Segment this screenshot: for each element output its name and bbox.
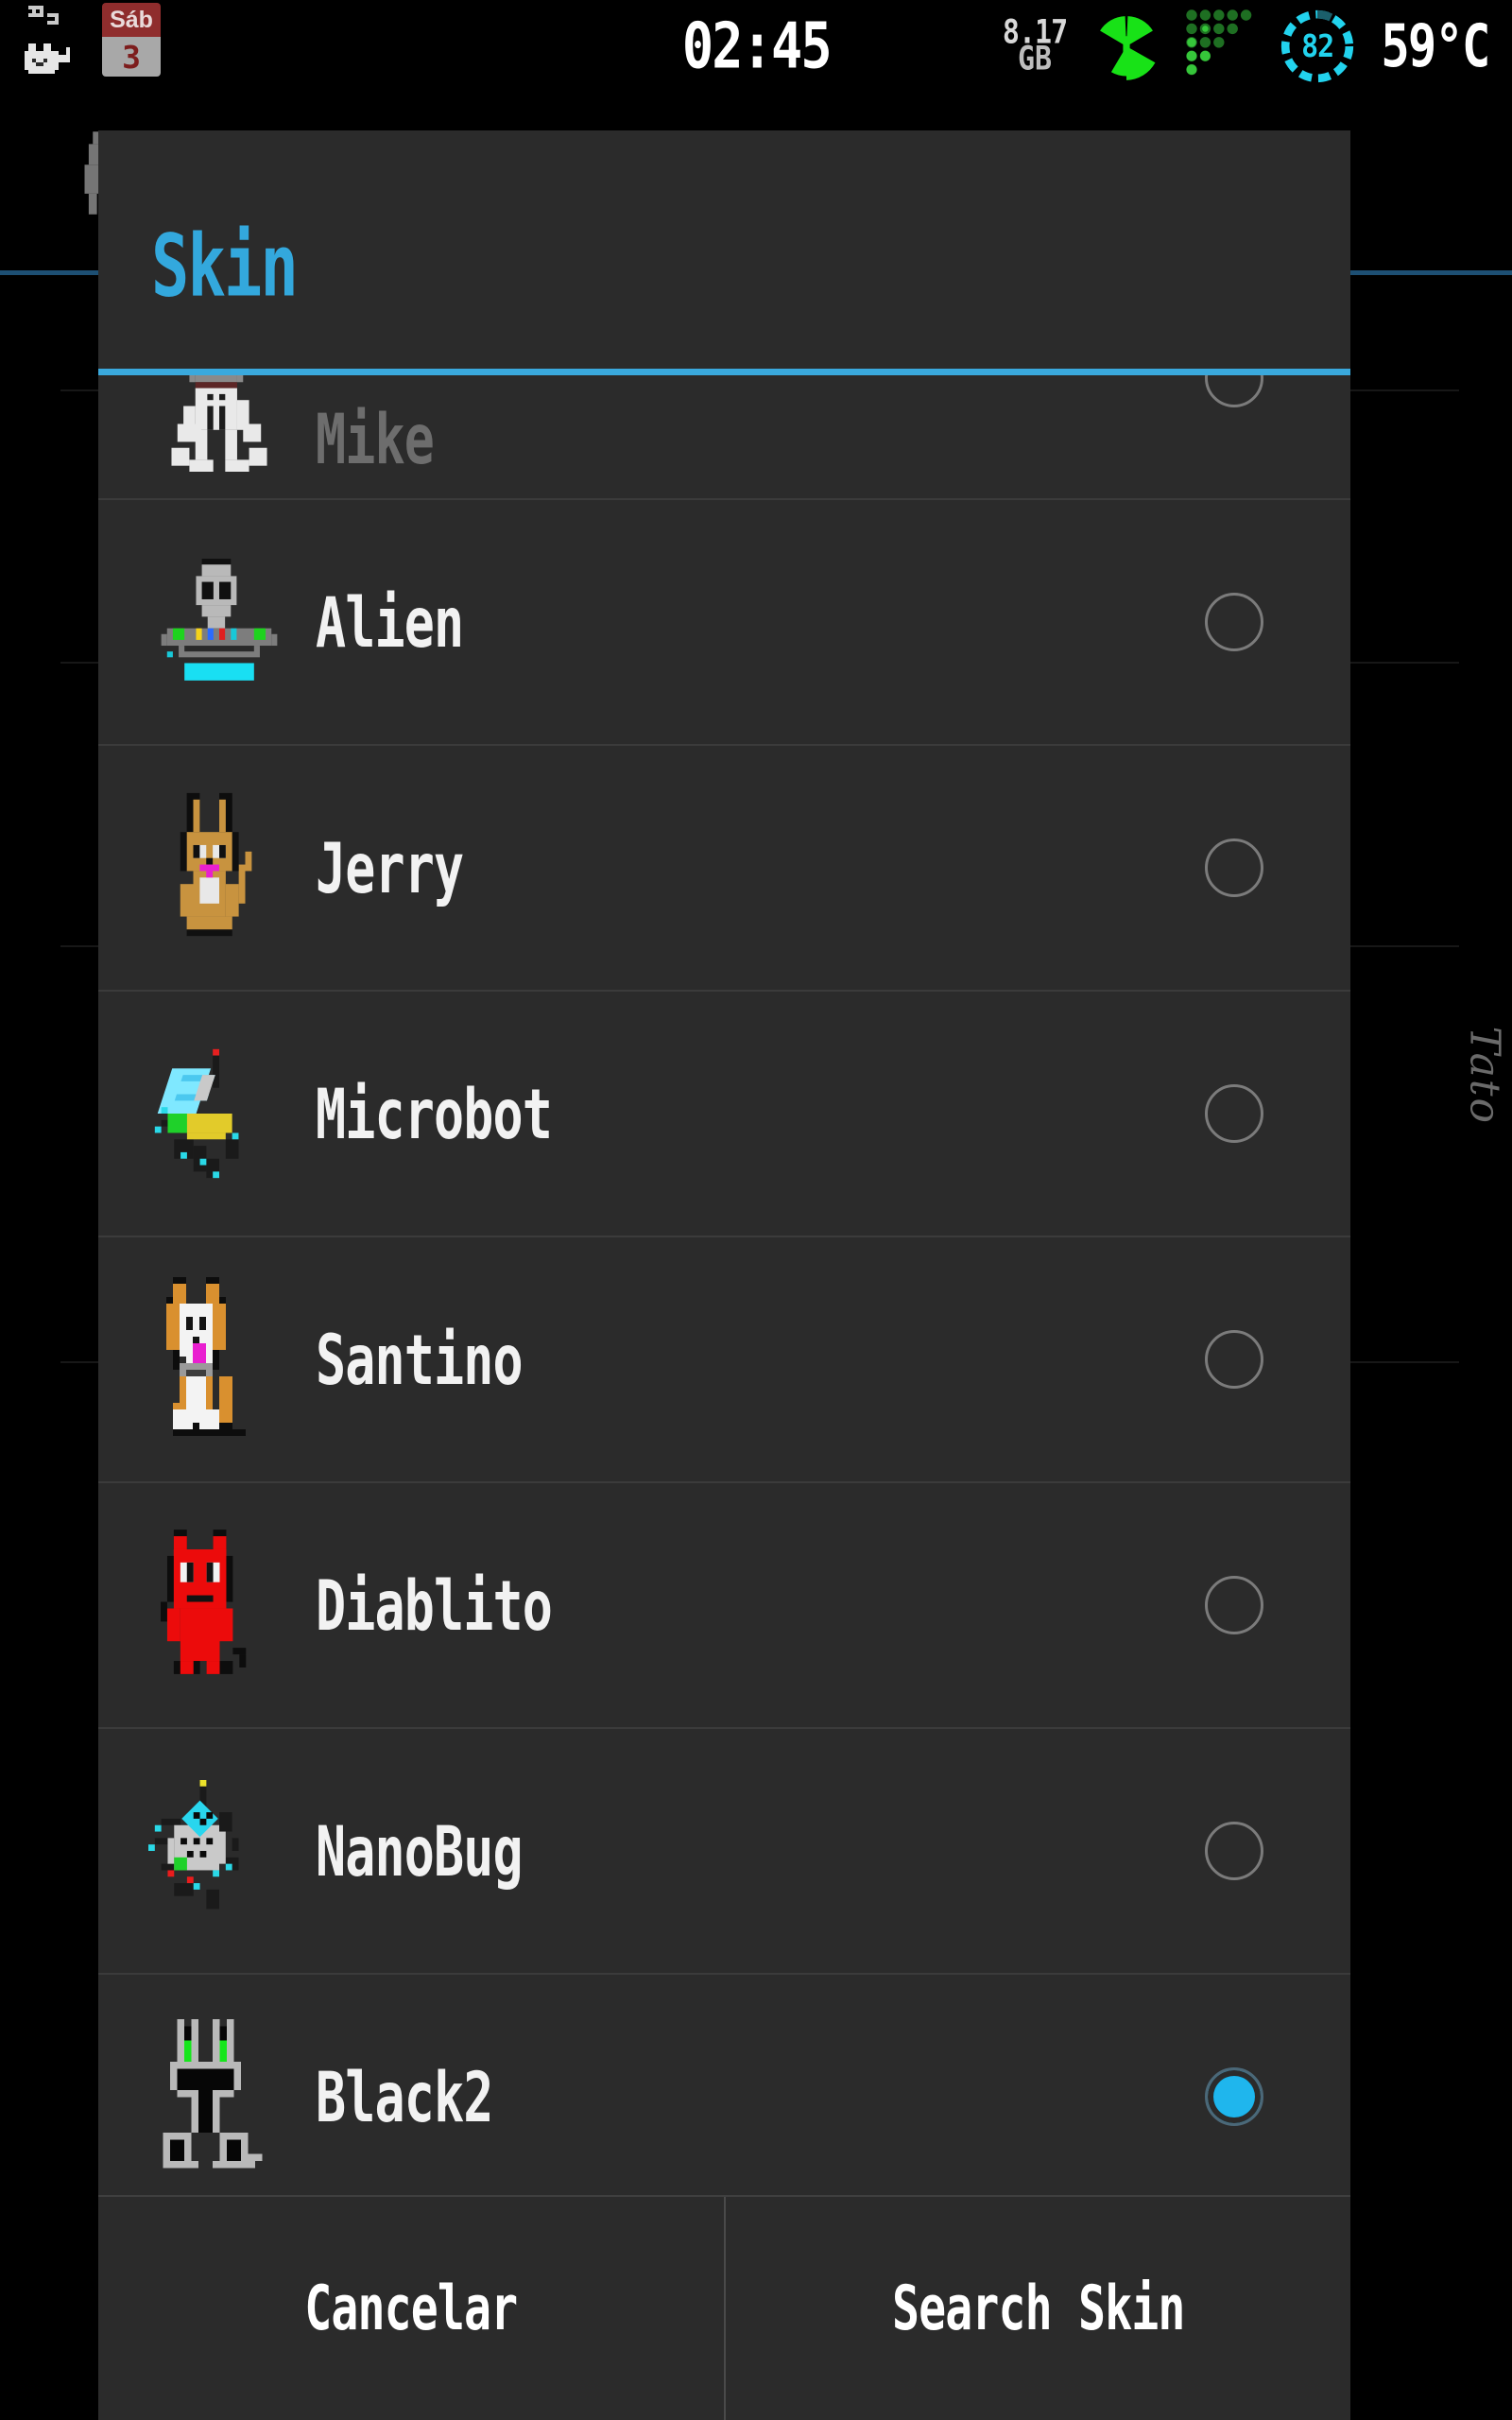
list-item-radio[interactable] xyxy=(1205,593,1263,651)
cancel-button[interactable]: Cancelar xyxy=(142,2179,679,2420)
skin-black2-icon xyxy=(136,2019,302,2175)
list-item[interactable]: Mike xyxy=(98,375,1350,500)
skin-jerry-icon xyxy=(136,792,302,943)
list-item-label: Diablito xyxy=(316,1564,552,1646)
list-item-radio[interactable] xyxy=(1205,375,1263,407)
battery-indicator: 82 xyxy=(1279,8,1356,85)
list-item-label: Jerry xyxy=(316,827,463,908)
screen: Tato xyxy=(0,0,1512,2420)
list-item-radio[interactable] xyxy=(1205,1330,1263,1389)
list-item-label: Santino xyxy=(316,1319,523,1400)
list-item[interactable]: NanoBug xyxy=(98,1729,1350,1975)
storage-unit: GB xyxy=(1018,44,1052,76)
list-item[interactable]: Santino xyxy=(98,1237,1350,1483)
list-item-label: Microbot xyxy=(316,1073,552,1154)
dialog-footer: Cancelar Search Skin xyxy=(98,2195,1350,2420)
app-watermark: Tato xyxy=(1460,1027,1508,1125)
skin-mike-icon xyxy=(136,375,302,472)
list-item-label: Alien xyxy=(316,581,463,663)
list-item[interactable]: Diablito xyxy=(98,1483,1350,1729)
status-clock: 02:45 xyxy=(682,9,831,83)
list-item[interactable]: Microbot xyxy=(98,992,1350,1237)
list-item-radio[interactable] xyxy=(1205,1822,1263,1880)
skin-microbot-icon xyxy=(136,1043,302,1184)
temperature-indicator: 59°C xyxy=(1381,12,1488,81)
footer-divider xyxy=(724,2197,726,2420)
skin-diablito-icon xyxy=(136,1530,302,1681)
status-bar: Sáb 3 02:45 8.17 GB xyxy=(0,0,1512,93)
list-item-radio[interactable] xyxy=(1205,838,1263,897)
storage-indicator: 8.17 GB xyxy=(1003,20,1067,74)
skin-nanobug-icon xyxy=(136,1780,302,1922)
list-item-radio[interactable] xyxy=(1205,1084,1263,1143)
list-item[interactable]: Alien xyxy=(98,500,1350,746)
list-item-radio[interactable] xyxy=(1205,1576,1263,1634)
status-bar-right: 8.17 GB xyxy=(1003,0,1495,93)
skin-list[interactable]: Mike xyxy=(98,375,1350,2202)
search-skin-button[interactable]: Search Skin xyxy=(769,2179,1307,2420)
dialog-title-underline xyxy=(98,369,1350,375)
battery-percent: 82 xyxy=(1279,4,1356,89)
radiation-icon xyxy=(1086,6,1167,87)
list-item-label: Black2 xyxy=(316,2056,492,2137)
dialog-header: Skin xyxy=(98,130,1350,369)
list-item-label: NanoBug xyxy=(316,1810,523,1892)
list-item-radio[interactable] xyxy=(1205,2067,1263,2126)
skin-alien-icon xyxy=(136,559,302,686)
skin-dialog: Skin xyxy=(98,130,1350,2420)
list-item[interactable]: Jerry xyxy=(98,746,1350,992)
dialog-title: Skin xyxy=(151,215,297,316)
skin-santino-icon xyxy=(136,1277,302,1443)
list-item[interactable]: Black2 xyxy=(98,1975,1350,2202)
list-item-label: Mike xyxy=(316,398,434,479)
signal-dots-icon xyxy=(1186,9,1260,84)
